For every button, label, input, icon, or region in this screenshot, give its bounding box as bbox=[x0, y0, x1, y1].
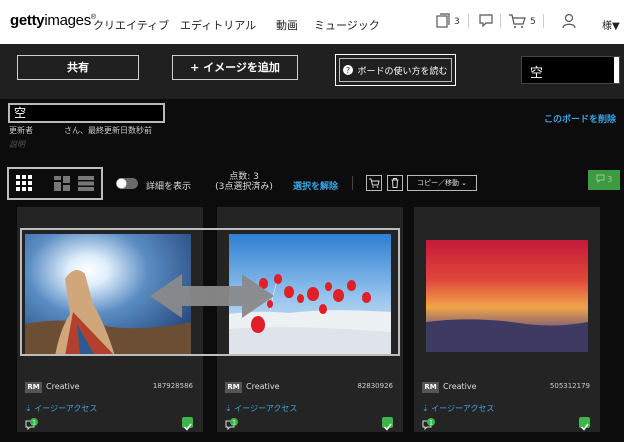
item-count: 点数: 3 bbox=[229, 172, 259, 182]
comments-count: 3 bbox=[607, 175, 613, 184]
comment-icon[interactable] bbox=[478, 13, 494, 29]
board-selector-value: 空 bbox=[530, 66, 544, 81]
howto-link-frame: ? ボードの使い方を読む bbox=[335, 54, 456, 86]
select-checkbox[interactable] bbox=[382, 417, 393, 431]
check-icon bbox=[183, 423, 192, 431]
collection-label: Creative bbox=[246, 382, 280, 391]
comment-icon bbox=[596, 174, 605, 184]
easy-access-label: イージーアクセス bbox=[234, 404, 298, 413]
deselect-link[interactable]: 選択を解除 bbox=[293, 179, 338, 192]
details-label: 詳細を表示 bbox=[146, 182, 192, 192]
divider bbox=[468, 14, 469, 28]
license-badge: RM bbox=[25, 382, 42, 393]
boards-icon[interactable] bbox=[436, 13, 450, 29]
updated-by-label: 更新者 bbox=[9, 126, 33, 135]
list-view-icon[interactable] bbox=[78, 176, 94, 191]
details-toggle[interactable] bbox=[116, 178, 138, 189]
easy-access-label: イージーアクセス bbox=[34, 404, 98, 413]
getty-logo[interactable]: gettyimages® bbox=[10, 12, 96, 29]
user-icon[interactable] bbox=[562, 13, 576, 29]
nav-creative[interactable]: クリエイティブ bbox=[93, 17, 169, 33]
cart-count: 5 bbox=[530, 17, 536, 27]
grid-view-icon[interactable] bbox=[16, 175, 32, 191]
top-navigation: gettyimages® クリエイティブ エディトリアル 動画 ミュージック 3… bbox=[0, 0, 624, 44]
comment-badge-icon[interactable]: 1 bbox=[25, 418, 39, 430]
cart-icon[interactable] bbox=[508, 13, 526, 29]
delete-board-link[interactable]: このボードを削除 bbox=[544, 112, 616, 125]
comments-panel-button[interactable]: 3 bbox=[588, 170, 620, 190]
comment-count: 1 bbox=[32, 420, 36, 427]
image-card[interactable]: RM Creative 505312179 ⇣ イージーアクセス 1 bbox=[414, 207, 600, 432]
divider bbox=[543, 14, 544, 28]
image-thumbnail-sunset-sky[interactable] bbox=[426, 240, 588, 352]
share-button[interactable]: 共有 bbox=[17, 55, 139, 80]
easy-access-label: イージーアクセス bbox=[431, 404, 495, 413]
easy-access-link[interactable]: ⇣ イージーアクセス bbox=[225, 403, 297, 414]
nav-editorial[interactable]: エディトリアル bbox=[180, 17, 256, 33]
selected-count: (3点選択済み) bbox=[215, 182, 273, 192]
board-description[interactable]: 説明 bbox=[9, 139, 25, 150]
selector-caret bbox=[614, 57, 619, 83]
mosaic-view-icon[interactable] bbox=[54, 176, 70, 191]
comment-badge-icon[interactable]: 1 bbox=[225, 418, 239, 430]
collection-label: Creative bbox=[443, 382, 477, 391]
image-id: 187928586 bbox=[152, 382, 193, 390]
check-icon bbox=[580, 423, 589, 431]
last-updated-text: さん、最終更新日数秒前 bbox=[64, 126, 152, 135]
nav-music[interactable]: ミュージック bbox=[314, 17, 380, 33]
nav-video[interactable]: 動画 bbox=[276, 17, 298, 33]
svg-text:?: ? bbox=[346, 66, 350, 75]
collection-label: Creative bbox=[46, 382, 80, 391]
check-icon bbox=[383, 423, 392, 431]
board-title[interactable]: 空 bbox=[8, 103, 165, 123]
help-icon: ? bbox=[343, 65, 354, 75]
easy-access-link[interactable]: ⇣ イージーアクセス bbox=[25, 403, 97, 414]
select-checkbox[interactable] bbox=[579, 417, 590, 431]
boards-count: 3 bbox=[454, 17, 460, 27]
easy-access-link[interactable]: ⇣ イージーアクセス bbox=[422, 403, 494, 414]
user-menu[interactable]: 様▼ bbox=[602, 17, 620, 32]
license-badge: RM bbox=[422, 382, 439, 393]
select-checkbox[interactable] bbox=[182, 417, 193, 431]
add-to-cart-icon[interactable] bbox=[366, 175, 382, 191]
license-badge: RM bbox=[225, 382, 242, 393]
image-id: 82830926 bbox=[357, 382, 393, 390]
divider bbox=[500, 14, 501, 28]
comment-count: 1 bbox=[232, 420, 236, 427]
copy-move-dropdown[interactable]: コピー／移動 ⌄ bbox=[407, 175, 477, 191]
double-arrow-icon bbox=[150, 274, 274, 318]
add-images-button[interactable]: + イメージを追加 bbox=[172, 55, 298, 80]
comment-count: 1 bbox=[429, 420, 433, 427]
comment-badge-icon[interactable]: 1 bbox=[422, 418, 436, 430]
howto-label: ボードの使い方を読む bbox=[357, 66, 448, 77]
selection-count: 点数: 3 (3点選択済み) bbox=[208, 172, 280, 192]
divider bbox=[352, 176, 353, 190]
howto-link[interactable]: ? ボードの使い方を読む bbox=[339, 58, 452, 82]
board-selector[interactable]: 空 bbox=[521, 56, 620, 84]
image-id: 505312179 bbox=[549, 382, 590, 390]
trash-icon[interactable] bbox=[387, 175, 403, 191]
